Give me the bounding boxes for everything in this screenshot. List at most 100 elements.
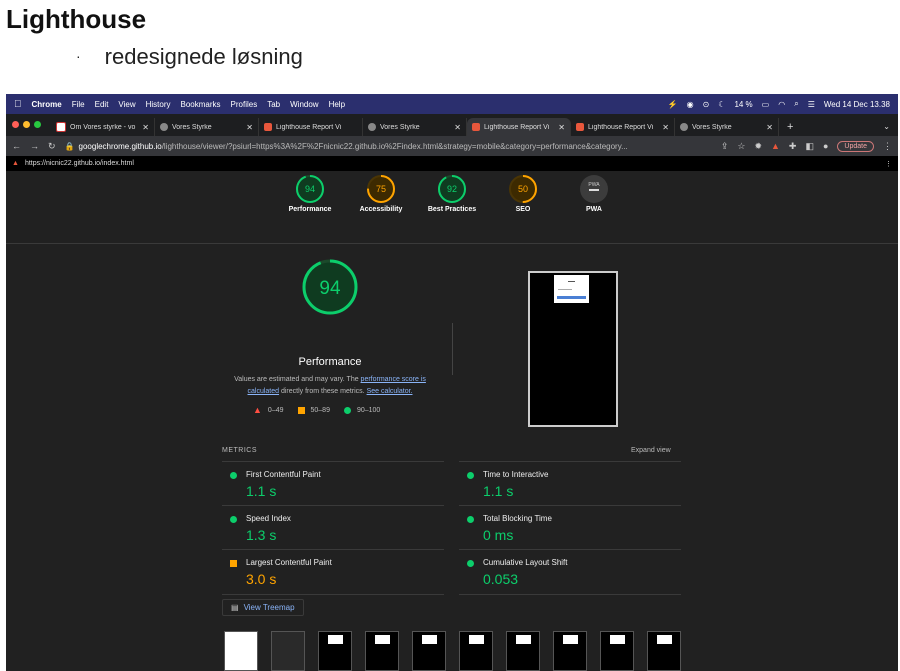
url-host: googlechrome.github.io xyxy=(78,141,162,151)
menu-app-name[interactable]: Chrome xyxy=(32,100,62,109)
filmstrip-frame[interactable] xyxy=(412,631,446,671)
gauge-label: SEO xyxy=(515,206,531,213)
gauge-performance[interactable]: 94 Performance xyxy=(275,174,345,213)
reload-icon[interactable]: ↻ xyxy=(48,141,56,152)
tab-2[interactable]: Lighthouse Report Vi xyxy=(259,118,363,136)
pwa-badge-icon: PWA xyxy=(580,175,608,203)
metric-value: 3.0 s xyxy=(246,571,277,587)
extension-icon[interactable]: ✹ xyxy=(754,141,762,152)
svg-text:50: 50 xyxy=(518,184,528,194)
report-url[interactable]: https://nicnic22.github.io/index.html xyxy=(25,160,134,167)
metric-name: First Contentful Paint xyxy=(246,470,321,479)
gauge-ring: 50 xyxy=(509,175,537,203)
menu-bookmarks[interactable]: Bookmarks xyxy=(181,100,221,109)
menu-profiles[interactable]: Profiles xyxy=(231,100,258,109)
profile-icon[interactable]: ● xyxy=(823,141,828,151)
desc-text: directly from these metrics. xyxy=(279,388,367,395)
gauge-seo[interactable]: 50 SEO xyxy=(488,174,558,213)
star-icon[interactable]: ☆ xyxy=(737,141,745,152)
svg-text:94: 94 xyxy=(319,278,341,299)
svg-text:94: 94 xyxy=(305,184,315,194)
report-menu-icon[interactable]: ⋮ xyxy=(885,160,892,168)
metric-speed-index: Speed Index 1.3 s xyxy=(222,505,444,550)
filmstrip-frame[interactable] xyxy=(224,631,258,671)
filmstrip-frame[interactable] xyxy=(459,631,493,671)
close-icon[interactable]: ✕ xyxy=(246,123,253,132)
menu-history[interactable]: History xyxy=(146,100,171,109)
target-icon[interactable]: ⊙ xyxy=(703,100,710,109)
tab-0[interactable]: Om Vores styrke - vo ✕ xyxy=(51,118,155,136)
moon-icon[interactable]: ☾ xyxy=(718,100,725,109)
menu-help[interactable]: Help xyxy=(329,100,345,109)
gauge-label: Best Practices xyxy=(427,206,477,213)
tab-label: Lighthouse Report Vi xyxy=(588,123,654,131)
metric-name: Total Blocking Time xyxy=(483,514,552,523)
tab-6[interactable]: Vores Styrke ✕ xyxy=(675,118,779,136)
filmstrip-frame[interactable] xyxy=(318,631,352,671)
menu-file[interactable]: File xyxy=(72,100,85,109)
close-icon[interactable]: ✕ xyxy=(558,123,565,132)
close-icon[interactable]: ✕ xyxy=(454,123,461,132)
battery-icon[interactable]: ▭ xyxy=(762,100,770,109)
update-button[interactable]: Update xyxy=(837,140,874,152)
menu-tab[interactable]: Tab xyxy=(267,100,280,109)
menu-window[interactable]: Window xyxy=(290,100,318,109)
filmstrip-frame[interactable] xyxy=(647,631,681,671)
filmstrip-frame[interactable] xyxy=(271,631,305,671)
gauge-pwa[interactable]: PWA PWA xyxy=(559,174,629,213)
gauge-label: PWA xyxy=(586,206,602,213)
back-icon[interactable]: ← xyxy=(12,141,21,151)
close-icon[interactable]: ✕ xyxy=(766,123,773,132)
bolt-icon[interactable]: ⚡ xyxy=(668,100,678,109)
metric-value: 1.1 s xyxy=(246,483,277,499)
kebab-menu-icon[interactable]: ⋮ xyxy=(883,141,892,152)
gauge-ring: 92 xyxy=(438,175,466,203)
zoom-window-icon[interactable] xyxy=(34,121,41,128)
expand-view-toggle[interactable]: Expand view xyxy=(631,447,671,454)
legend-label: 90–100 xyxy=(356,406,381,414)
control-center-icon[interactable]: ☰ xyxy=(808,100,815,109)
sidepanel-icon[interactable]: ◧ xyxy=(805,141,814,152)
pass-circle-icon xyxy=(230,472,237,479)
new-tab-icon[interactable]: + xyxy=(787,121,793,133)
wifi-icon[interactable]: ◠ xyxy=(778,100,785,109)
filmstrip-frame[interactable] xyxy=(365,631,399,671)
tab-3[interactable]: Vores Styrke ✕ xyxy=(363,118,467,136)
see-calculator-link[interactable]: See calculator. xyxy=(367,388,413,395)
menu-view[interactable]: View xyxy=(118,100,135,109)
tab-1[interactable]: Vores Styrke ✕ xyxy=(155,118,259,136)
lighthouse-ext-icon[interactable]: ▲ xyxy=(771,141,780,151)
close-icon[interactable]: ✕ xyxy=(662,123,669,132)
close-window-icon[interactable] xyxy=(12,121,19,128)
lighthouse-icon: ▲ xyxy=(12,160,19,167)
filmstrip-frame[interactable] xyxy=(506,631,540,671)
filmstrip-frame[interactable] xyxy=(600,631,634,671)
puzzle-icon[interactable]: ✚ xyxy=(789,141,797,152)
metric-value: 1.3 s xyxy=(246,527,277,543)
close-icon[interactable]: ✕ xyxy=(142,123,149,132)
final-screenshot[interactable] xyxy=(528,271,618,427)
tab-label: Om Vores styrke - vo xyxy=(70,123,136,131)
lock-icon: 🔒 xyxy=(64,141,75,151)
gauge-best-practices[interactable]: 92 Best Practices xyxy=(417,174,487,213)
metric-name: Speed Index xyxy=(246,514,291,523)
score-ring: 94 xyxy=(302,259,358,315)
forward-icon[interactable]: → xyxy=(30,141,39,151)
share-icon[interactable]: ⇪ xyxy=(721,141,729,152)
menu-edit[interactable]: Edit xyxy=(95,100,109,109)
pass-circle-icon xyxy=(467,472,474,479)
url-field[interactable]: 🔒 googlechrome.github.io/lighthouse/view… xyxy=(65,142,712,151)
svg-text:92: 92 xyxy=(447,184,457,194)
tab-5[interactable]: Lighthouse Report Vi ✕ xyxy=(571,118,675,136)
chevron-down-icon[interactable]: ⌄ xyxy=(883,122,890,131)
view-treemap-button[interactable]: ▤ View Treemap xyxy=(222,599,304,616)
record-icon[interactable]: ◉ xyxy=(687,100,694,109)
minimize-window-icon[interactable] xyxy=(23,121,30,128)
gauge-accessibility[interactable]: 75 Accessibility xyxy=(346,174,416,213)
spotlight-icon[interactable]: ⌕ xyxy=(794,99,798,109)
datetime[interactable]: Wed 14 Dec 13.38 xyxy=(824,100,890,109)
apple-icon[interactable]:  xyxy=(14,99,22,110)
filmstrip-frame[interactable] xyxy=(553,631,587,671)
globe-icon xyxy=(160,123,168,131)
tab-4-active[interactable]: Lighthouse Report Vi ✕ xyxy=(467,118,571,136)
